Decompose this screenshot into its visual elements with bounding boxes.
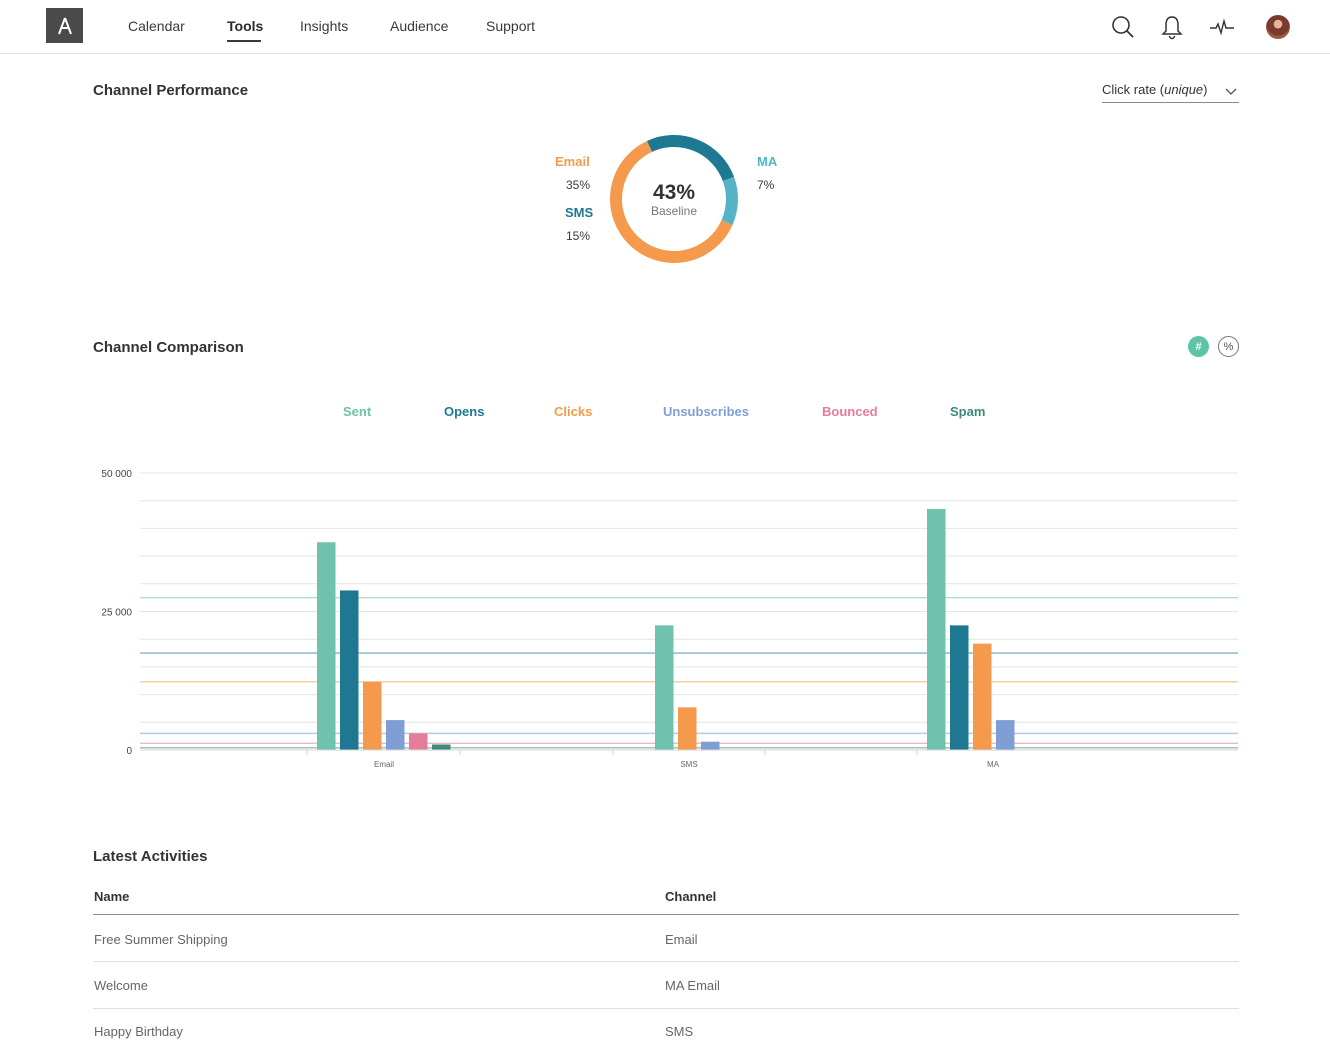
channel-comparison-bar-chart: 0 25 000 50 000 Email SMS MA: [101, 469, 1238, 769]
donut-segment-sms: [646, 135, 735, 182]
bar-sms-unsubscribes: [701, 741, 720, 750]
percent-toggle-button[interactable]: %: [1218, 336, 1239, 357]
table-row[interactable]: Welcome MA Email: [93, 978, 1239, 1024]
bell-icon[interactable]: [1159, 14, 1185, 40]
legend-sent[interactable]: Sent: [343, 404, 371, 419]
row-channel: Email: [665, 932, 698, 947]
hash-icon: #: [1195, 340, 1202, 353]
legend-opens[interactable]: Opens: [444, 404, 484, 419]
bar-email-unsubscribes: [386, 720, 405, 750]
y-tick-label: 50 000: [101, 469, 132, 480]
bar-sms-sent: [655, 625, 674, 750]
y-tick-label: 0: [126, 746, 132, 757]
chevron-down-icon: [1225, 88, 1237, 95]
x-tick-label: SMS: [680, 760, 697, 769]
donut-center-label: Baseline: [650, 204, 698, 218]
donut-value-sms: 15%: [566, 229, 591, 243]
bar-email-sent: [317, 542, 336, 750]
donut-label-ma: MA: [757, 154, 778, 169]
row-channel: MA Email: [665, 978, 720, 993]
nav-calendar[interactable]: Calendar: [128, 18, 185, 34]
x-tick-label: MA: [987, 760, 1000, 769]
bar-email-clicks: [363, 681, 382, 750]
channel-performance-title: Channel Performance: [93, 82, 249, 99]
bar-ma-opens: [950, 625, 969, 750]
bar-email-opens: [340, 590, 359, 750]
user-avatar[interactable]: [1266, 15, 1290, 39]
row-name: Happy Birthday: [94, 1024, 183, 1039]
legend-clicks[interactable]: Clicks: [554, 404, 592, 419]
nav-tools[interactable]: Tools: [227, 18, 263, 34]
nav-audience[interactable]: Audience: [390, 18, 448, 34]
row-divider: [93, 961, 1239, 962]
table-header-divider: [93, 914, 1239, 915]
app-logo[interactable]: [46, 8, 83, 43]
bar-email-spam: [432, 744, 451, 750]
logo-icon: [57, 17, 72, 34]
row-channel: SMS: [665, 1024, 694, 1039]
nav-insights[interactable]: Insights: [300, 18, 348, 34]
latest-activities-title: Latest Activities: [93, 848, 208, 865]
activity-pulse-icon[interactable]: [1209, 14, 1235, 40]
top-navigation-bar: Calendar Tools Insights Audience Support: [0, 0, 1330, 54]
channel-comparison-title: Channel Comparison: [93, 339, 244, 356]
donut-value-ma: 7%: [757, 178, 775, 192]
legend-spam[interactable]: Spam: [950, 404, 985, 419]
count-toggle-button[interactable]: #: [1188, 336, 1209, 357]
metric-dropdown-value: Click rate (unique): [1102, 82, 1208, 97]
donut-center-value: 43%: [652, 181, 696, 204]
table-row[interactable]: Happy Birthday SMS: [93, 1024, 1239, 1052]
table-row[interactable]: Free Summer Shipping Email: [93, 932, 1239, 978]
bar-email-bounced: [409, 733, 428, 750]
legend-unsubscribes[interactable]: Unsubscribes: [663, 404, 749, 419]
row-name: Welcome: [94, 978, 148, 993]
y-tick-label: 25 000: [101, 608, 132, 619]
donut-label-email: Email: [555, 154, 590, 169]
bar-ma-unsubscribes: [996, 720, 1015, 750]
column-header-name[interactable]: Name: [94, 889, 129, 904]
metric-dropdown[interactable]: Click rate (unique): [1102, 82, 1239, 103]
donut-label-sms: SMS: [565, 205, 594, 220]
donut-segment-ma: [721, 176, 738, 225]
row-divider: [93, 1008, 1239, 1009]
x-tick-label: Email: [374, 760, 394, 769]
search-icon[interactable]: [1110, 14, 1136, 40]
donut-value-email: 35%: [566, 178, 591, 192]
percent-icon: %: [1223, 340, 1234, 353]
active-nav-indicator: [227, 40, 261, 42]
bar-ma-sent: [927, 509, 946, 750]
column-header-channel[interactable]: Channel: [665, 889, 716, 904]
row-name: Free Summer Shipping: [94, 932, 228, 947]
legend-bounced[interactable]: Bounced: [822, 404, 878, 419]
bar-sms-clicks: [678, 707, 697, 750]
bar-ma-clicks: [973, 643, 992, 750]
nav-support[interactable]: Support: [486, 18, 535, 34]
